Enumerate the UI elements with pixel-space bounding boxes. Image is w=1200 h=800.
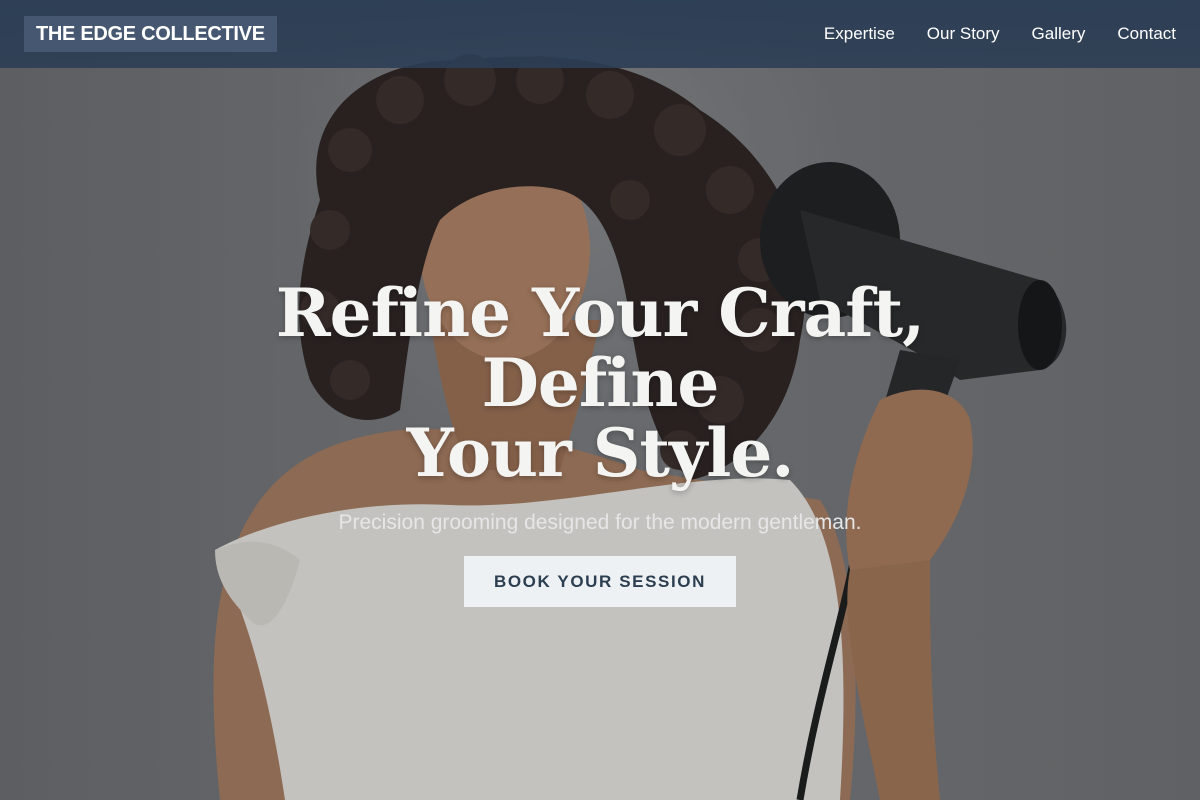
hero-title: Refine Your Craft, Define Your Style. [170,278,1030,488]
book-session-button[interactable]: BOOK YOUR SESSION [464,556,736,607]
brand-logo-link[interactable]: THE EDGE COLLECTIVE [24,16,277,52]
nav-links: Expertise Our Story Gallery Contact [824,24,1176,44]
nav-link-expertise[interactable]: Expertise [824,24,895,44]
hero-subtitle: Precision grooming designed for the mode… [338,511,862,534]
nav-link-gallery[interactable]: Gallery [1032,24,1086,44]
hero-title-line-2: Your Style. [406,414,795,492]
hero-section: Refine Your Craft, Define Your Style. Pr… [0,278,1200,607]
nav-link-contact[interactable]: Contact [1117,24,1176,44]
top-navigation-bar: THE EDGE COLLECTIVE Expertise Our Story … [0,0,1200,68]
hero-title-line-1: Refine Your Craft, Define [275,274,925,422]
nav-link-our-story[interactable]: Our Story [927,24,1000,44]
